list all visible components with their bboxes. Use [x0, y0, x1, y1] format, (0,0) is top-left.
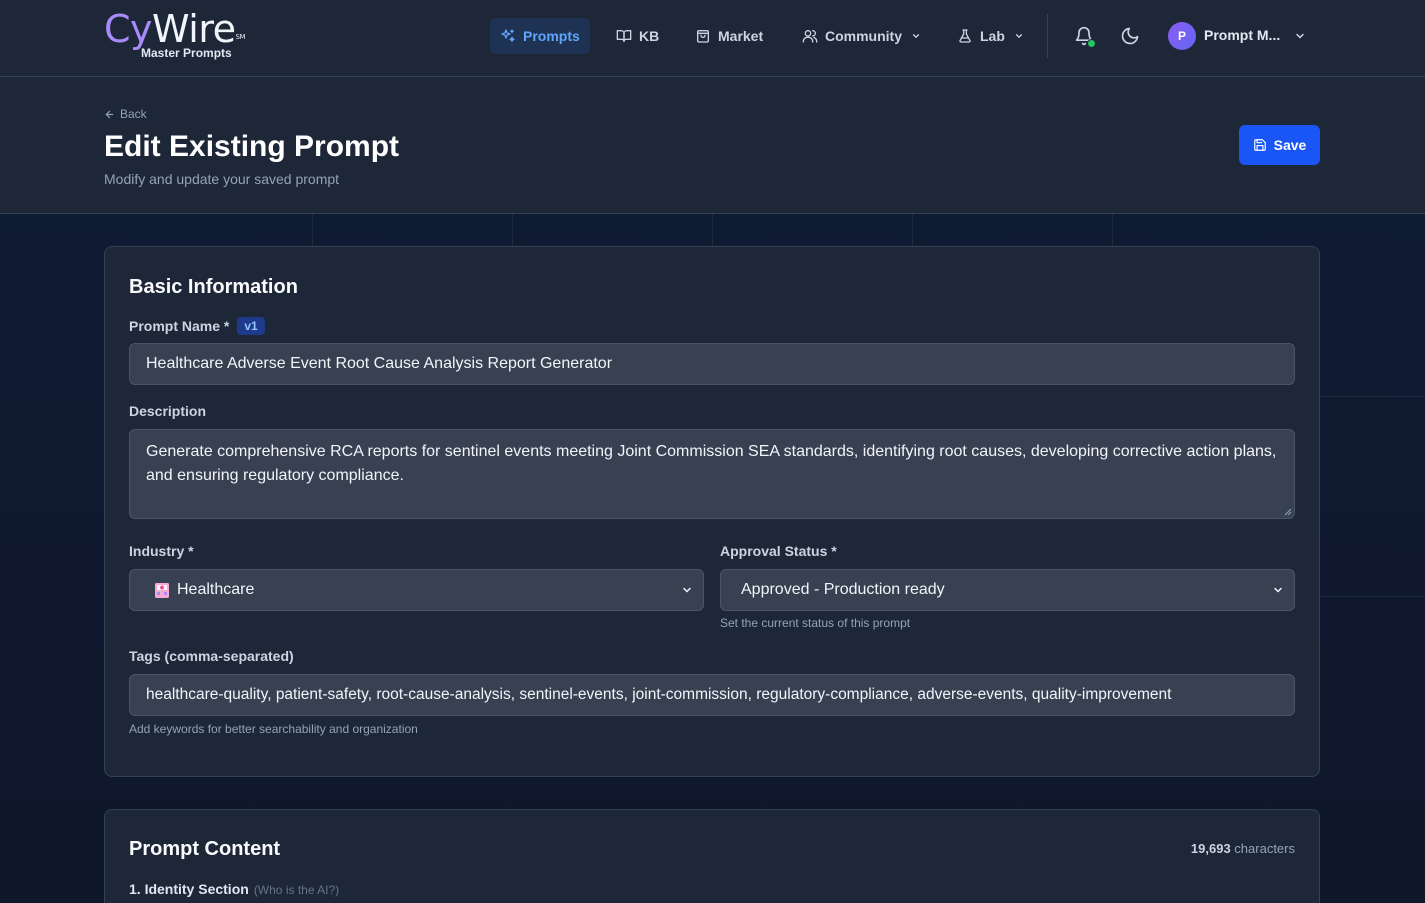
chevron-down-icon [1015, 34, 1023, 39]
basic-information-card: Basic Information Prompt Name * v1 Healt… [104, 246, 1320, 777]
back-label: Back [120, 107, 147, 121]
book-icon [616, 30, 632, 42]
identity-section-title: 1. Identity Section [129, 881, 249, 897]
nav-divider [1047, 14, 1048, 58]
moon-icon [1121, 27, 1139, 45]
version-badge: v1 [237, 317, 265, 335]
notification-dot [1087, 39, 1096, 48]
approval-status-hint: Set the current status of this prompt [720, 616, 911, 630]
prompt-name-label-row: Prompt Name * v1 [129, 317, 265, 335]
identity-section-label: 1. Identity Section (Who is the AI?) [129, 881, 339, 897]
theme-toggle-button[interactable] [1118, 24, 1142, 48]
users-icon [802, 30, 818, 43]
page-header: Back Edit Existing Prompt Modify and upd… [0, 77, 1425, 214]
hospital-icon [154, 581, 170, 599]
description-label: Description [129, 403, 207, 419]
approval-status-value: Approved - Production ready [741, 581, 945, 598]
nav-label-prompts: Prompts [523, 28, 580, 44]
character-count-number: 19,693 [1190, 841, 1231, 856]
tags-hint: Add keywords for better searchability an… [129, 722, 418, 736]
nav-item-kb[interactable]: KB [606, 18, 669, 54]
resize-grip-icon[interactable] [1284, 508, 1292, 516]
chevron-down-icon [1274, 587, 1282, 593]
chevron-down-icon [683, 587, 691, 593]
prompt-name-value: Healthcare Adverse Event Root Cause Anal… [146, 355, 613, 372]
logo-sm: SM [235, 33, 246, 41]
chevron-down-icon [912, 34, 920, 39]
nav-label-kb: KB [639, 28, 660, 44]
user-name[interactable]: Prompt M... [1204, 27, 1280, 43]
nav-label-community: Community [825, 28, 902, 44]
page-title: Edit Existing Prompt [104, 130, 400, 163]
description-value: Generate comprehensive RCA reports for s… [146, 443, 1277, 484]
tags-input[interactable]: healthcare-quality, patient-safety, root… [129, 674, 1295, 716]
shopping-bag-icon [697, 29, 709, 43]
prompt-content-title: Prompt Content [129, 838, 281, 860]
logo-subtitle: Master Prompts [141, 46, 232, 60]
nav-label-market: Market [718, 28, 764, 44]
prompt-name-label: Prompt Name * [129, 318, 230, 334]
logo-wire: Wire [152, 7, 236, 51]
save-icon [1253, 139, 1266, 151]
arrow-left-icon [105, 110, 114, 118]
approval-status-label: Approval Status * [720, 543, 837, 559]
tags-value: healthcare-quality, patient-safety, root… [146, 686, 1172, 703]
tags-label: Tags (comma-separated) [129, 648, 294, 664]
avatar[interactable]: P [1168, 22, 1196, 50]
sparkles-icon [501, 29, 515, 42]
back-link[interactable]: Back [104, 107, 147, 121]
nav-label-lab: Lab [980, 28, 1005, 44]
prompt-name-input[interactable]: Healthcare Adverse Event Root Cause Anal… [129, 343, 1295, 385]
identity-section-hint: (Who is the AI?) [253, 883, 340, 897]
basic-information-title: Basic Information [129, 276, 298, 298]
nav-item-prompts[interactable]: Prompts [490, 18, 590, 54]
page-subtitle: Modify and update your saved prompt [104, 171, 340, 187]
character-count: 19,693 characters [1191, 841, 1295, 856]
flask-icon [959, 29, 971, 43]
character-count-suffix: characters [1234, 841, 1295, 856]
cywire-logo[interactable]: CyWireSM Master Prompts [104, 7, 246, 60]
industry-value: Healthcare [177, 581, 255, 598]
industry-label: Industry * [129, 543, 194, 559]
save-button[interactable]: Save [1239, 125, 1320, 165]
chevron-down-icon[interactable] [1294, 30, 1306, 42]
save-label: Save [1273, 137, 1307, 153]
nav-item-community[interactable]: Community [792, 18, 931, 54]
industry-select[interactable]: Healthcare [129, 569, 704, 611]
description-textarea[interactable]: Generate comprehensive RCA reports for s… [129, 429, 1295, 519]
logo-cy: Cy [104, 7, 153, 51]
approval-status-select[interactable]: Approved - Production ready [720, 569, 1295, 611]
notifications-button[interactable] [1072, 24, 1096, 48]
top-navbar: CyWireSM Master Prompts Prompts KB Marke… [0, 0, 1425, 77]
nav-item-lab[interactable]: Lab [947, 18, 1034, 54]
nav-item-market[interactable]: Market [685, 18, 773, 54]
prompt-content-card: Prompt Content 19,693 characters 1. Iden… [104, 809, 1320, 903]
